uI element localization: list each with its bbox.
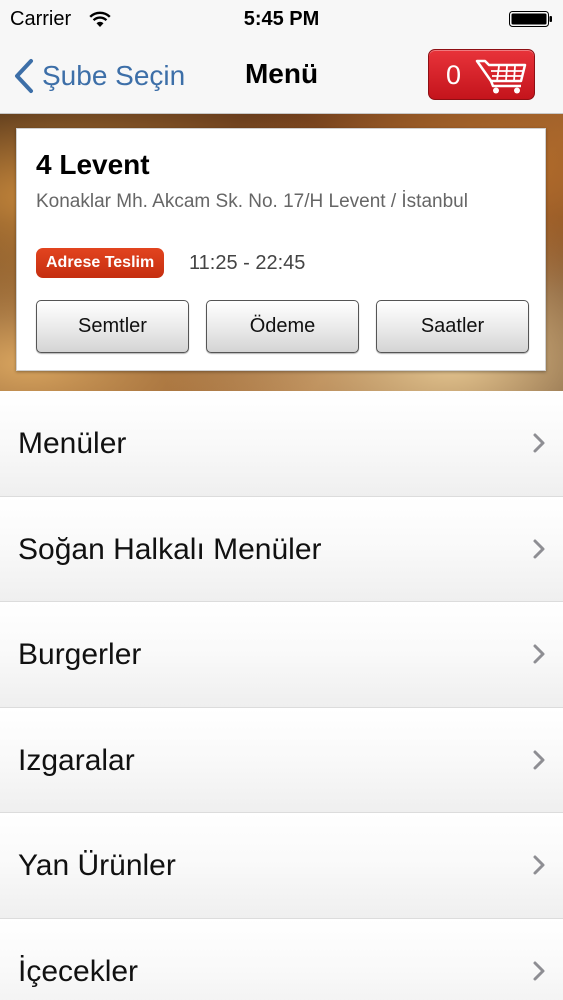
cart-button[interactable]: 0 (428, 49, 535, 100)
menu-item-icecekler[interactable]: İçecekler (0, 918, 563, 1000)
branch-name: 4 Levent (36, 149, 150, 180)
chevron-right-icon (533, 433, 545, 453)
branch-address: Konaklar Mh. Akcam Sk. No. 17/H Levent /… (36, 191, 468, 212)
menu-item-menuler[interactable]: Menüler (0, 391, 563, 497)
chevron-left-icon (15, 59, 33, 93)
menu-item-label: Menüler (18, 427, 127, 460)
status-bar: Carrier 5:45 PM (0, 0, 563, 38)
chevron-right-icon (533, 750, 545, 769)
menu-item-label: Izgaralar (18, 743, 135, 777)
cart-count: 0 (446, 60, 462, 90)
hours-button[interactable]: Saatler (376, 300, 529, 353)
delivery-badge: Adrese Teslim (36, 248, 165, 278)
back-button[interactable]: Şube Seçin (12, 56, 185, 96)
menu-item-burgerler[interactable]: Burgerler (0, 602, 563, 708)
menu-item-label: Burgerler (18, 638, 142, 671)
menu-category-list: Menüler Soğan Halkalı Menüler Burgerler … (0, 391, 563, 1000)
branch-hours: 11:25 - 22:45 (189, 252, 306, 274)
menu-item-yan-urunler[interactable]: Yan Ürünler (0, 813, 563, 919)
districts-button[interactable]: Semtler (36, 300, 189, 353)
chevron-right-icon (533, 961, 545, 980)
menu-item-izgaralar[interactable]: Izgaralar (0, 707, 563, 813)
battery-icon (509, 11, 552, 27)
menu-item-label: İçecekler (18, 954, 139, 988)
menu-item-sogan-halkali-menuler[interactable]: Soğan Halkalı Menüler (0, 496, 563, 602)
shopping-cart-icon (475, 59, 527, 94)
chevron-right-icon (533, 539, 545, 558)
chevron-right-icon (533, 644, 545, 664)
menu-item-label: Yan Ürünler (18, 849, 176, 882)
navigation-bar: Şube Seçin Menü 0 (0, 38, 563, 114)
payment-button[interactable]: Ödeme (206, 300, 359, 353)
menu-item-label: Soğan Halkalı Menüler (18, 532, 322, 566)
status-time: 5:45 PM (243, 8, 320, 30)
chevron-right-icon (533, 855, 545, 875)
back-button-label: Şube Seçin (42, 60, 186, 91)
branch-card: 4 Levent Konaklar Mh. Akcam Sk. No. 17/H… (16, 128, 546, 371)
